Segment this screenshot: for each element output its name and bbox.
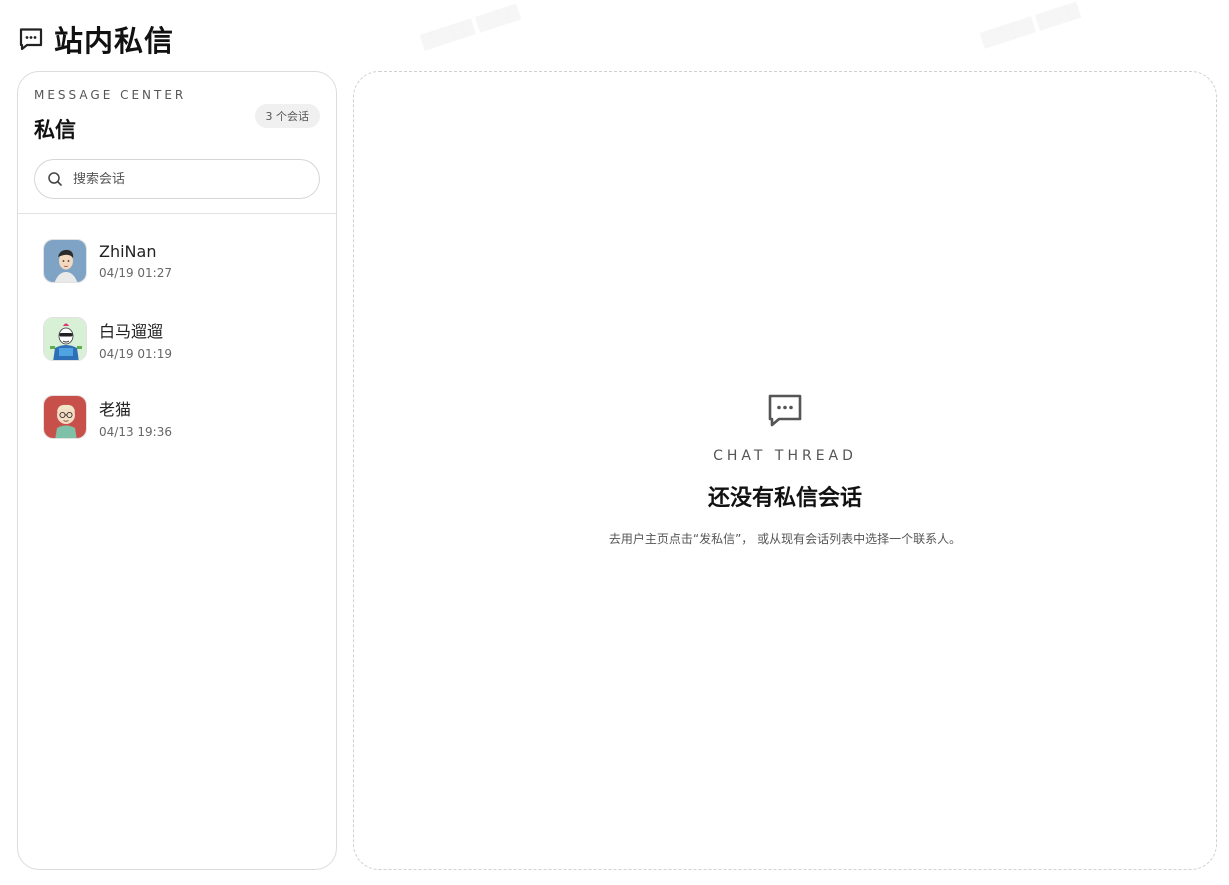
avatar bbox=[43, 239, 87, 283]
panel-eyebrow: MESSAGE CENTER bbox=[34, 88, 187, 102]
conversation-name: 老猫 bbox=[99, 399, 132, 419]
panel-title: 私信 bbox=[34, 118, 76, 142]
search-box[interactable] bbox=[34, 159, 320, 199]
empty-state-description: 去用户主页点击“发私信”， 或从现有会话列表中选择一个联系人。 bbox=[608, 532, 962, 546]
empty-state: CHAT THREAD 还没有私信会话 去用户主页点击“发私信”， 或从现有会话… bbox=[354, 392, 1216, 547]
conversation-item[interactable]: 老猫 04/13 19:36 bbox=[18, 378, 336, 456]
conversation-list: ZhiNan 04/19 01:27 白马遛遛 04/19 01:19 老猫 0… bbox=[18, 222, 336, 456]
page-title: 站内私信 bbox=[54, 24, 175, 58]
conversation-name: ZhiNan bbox=[99, 242, 157, 261]
conversation-item[interactable]: ZhiNan 04/19 01:27 bbox=[18, 222, 336, 300]
conversation-item[interactable]: 白马遛遛 04/19 01:19 bbox=[18, 300, 336, 378]
conversation-time: 04/19 01:19 bbox=[99, 346, 172, 361]
divider bbox=[18, 213, 336, 214]
empty-state-title: 还没有私信会话 bbox=[707, 486, 862, 511]
conversation-time: 04/19 01:27 bbox=[99, 266, 172, 280]
conversation-time: 04/13 19:36 bbox=[99, 424, 172, 439]
search-input[interactable] bbox=[73, 171, 293, 187]
conversation-name: 白马遛遛 bbox=[99, 321, 164, 341]
chat-bubble-icon bbox=[766, 392, 804, 430]
chat-thread-panel: CHAT THREAD 还没有私信会话 去用户主页点击“发私信”， 或从现有会话… bbox=[353, 71, 1217, 870]
avatar bbox=[43, 317, 87, 361]
chat-bubble-icon bbox=[18, 26, 44, 52]
page: █████ ████ █████ ████ █████ ████ █████ █… bbox=[0, 0, 1229, 885]
empty-state-eyebrow: CHAT THREAD bbox=[713, 448, 857, 464]
avatar bbox=[43, 395, 87, 439]
conversation-count-badge: 3 个会话 bbox=[254, 104, 320, 128]
search-icon bbox=[47, 171, 63, 187]
conversation-panel: MESSAGE CENTER 私信 3 个会话 搜索会话 ZhiNan 04/1… bbox=[17, 71, 337, 870]
page-header: 站内私信 bbox=[18, 20, 174, 58]
